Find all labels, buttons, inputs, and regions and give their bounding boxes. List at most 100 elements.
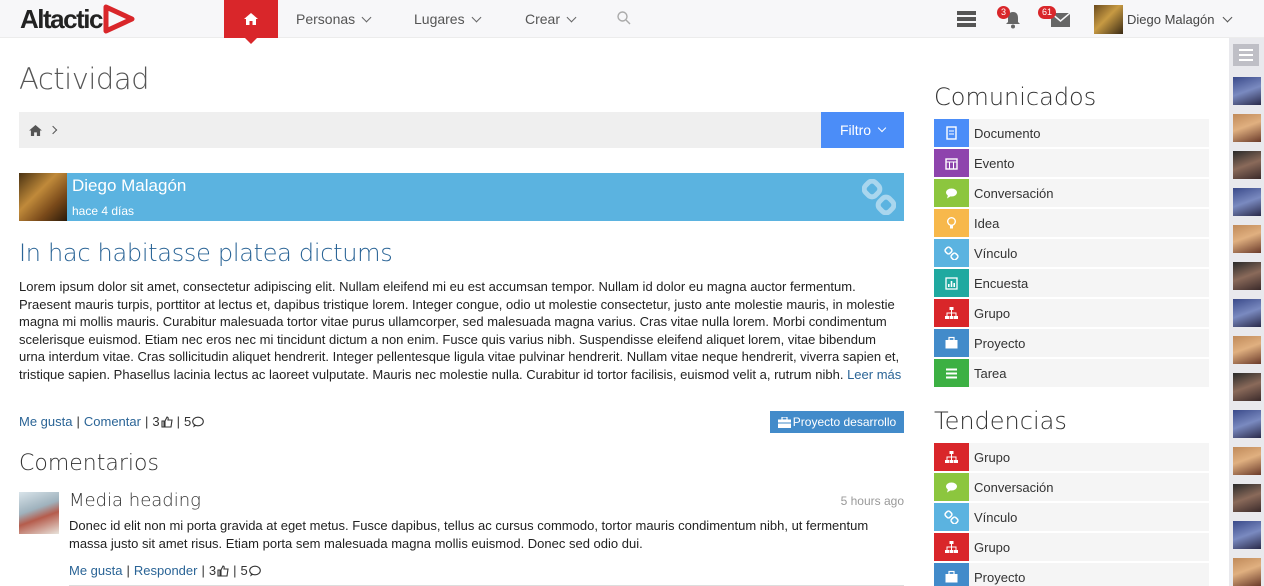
sidebar-item[interactable]: Grupo <box>934 533 1209 561</box>
post-header: Diego Malagón hace 4 días <box>19 173 904 221</box>
nav-crear[interactable]: Crear <box>525 0 577 38</box>
reply-link[interactable]: Responder <box>134 563 198 578</box>
chat-contact-avatar[interactable] <box>1233 114 1261 142</box>
comment-link[interactable]: Comentar <box>84 414 141 429</box>
chevron-right-icon <box>48 125 58 135</box>
separator: | <box>176 414 180 429</box>
user-menu[interactable]: Diego Malagón <box>1094 4 1233 34</box>
filter-button[interactable]: Filtro <box>821 112 904 148</box>
app-logo[interactable]: Altactic <box>20 2 135 36</box>
sidebar-item[interactable]: Documento <box>934 119 1209 147</box>
read-more-link[interactable]: Leer más <box>847 367 901 382</box>
trends-title: Tendencias <box>934 407 1067 435</box>
chat-contact-avatar[interactable] <box>1233 336 1261 364</box>
list-view-icon[interactable] <box>957 11 976 27</box>
chat-contact-avatar[interactable] <box>1233 77 1261 105</box>
home-icon[interactable] <box>29 124 42 136</box>
page-title: Actividad <box>19 62 150 96</box>
filter-label: Filtro <box>839 122 872 138</box>
like-link[interactable]: Me gusta <box>19 414 72 429</box>
chat-contact-avatar[interactable] <box>1233 410 1261 438</box>
chat-menu-button[interactable] <box>1233 44 1259 66</box>
chat-icon <box>934 473 969 501</box>
chat-contact-avatar[interactable] <box>1233 188 1261 216</box>
project-tag[interactable]: Proyecto desarrollo <box>770 411 904 433</box>
chat-contact-avatar[interactable] <box>1233 299 1261 327</box>
sidebar-item-label: Conversación <box>974 185 1054 201</box>
sidebar-item-label: Tarea <box>974 365 1007 381</box>
sidebar-item-label: Grupo <box>974 449 1011 465</box>
lightbulb-icon <box>934 209 969 237</box>
project-tag-label: Proyecto desarrollo <box>792 415 897 429</box>
like-link[interactable]: Me gusta <box>69 563 122 578</box>
thumbs-up-icon <box>161 415 173 428</box>
sidebar-item-label: Proyecto <box>974 569 1026 585</box>
avatar[interactable] <box>19 492 59 534</box>
chat-contact-avatar[interactable] <box>1233 447 1261 475</box>
chevron-down-icon <box>471 12 482 22</box>
post-time: hace 4 días <box>72 204 135 218</box>
chat-contact-avatar[interactable] <box>1233 151 1261 179</box>
communicates-title: Comunicados <box>934 83 1097 111</box>
comment-actions: Me gusta | Responder | 3 | 5 <box>69 563 261 578</box>
logo-text: Altactic <box>20 3 103 34</box>
chat-contact-avatar[interactable] <box>1233 373 1261 401</box>
sidebar-item[interactable]: Vínculo <box>934 239 1209 267</box>
comments-title: Comentarios <box>19 451 159 476</box>
sidebar-item[interactable]: Tarea <box>934 359 1209 387</box>
sidebar-item[interactable]: Conversación <box>934 179 1209 207</box>
chat-contact-avatar[interactable] <box>1233 262 1261 290</box>
chat-contact-avatar[interactable] <box>1233 225 1261 253</box>
chevron-down-icon <box>361 12 372 22</box>
avatar <box>1094 4 1123 34</box>
sidebar-item[interactable]: Evento <box>934 149 1209 177</box>
avatar[interactable] <box>19 173 67 221</box>
link-icon <box>862 179 896 215</box>
user-name: Diego Malagón <box>1127 11 1215 27</box>
nav-personas[interactable]: Personas <box>296 0 372 38</box>
comments-count: 5 <box>183 414 192 429</box>
post-title[interactable]: In hac habitasse platea dictums <box>19 239 393 267</box>
sidebar-item[interactable]: Encuesta <box>934 269 1209 297</box>
speech-bubble-icon <box>248 565 261 576</box>
sidebar-item-label: Vínculo <box>974 509 1018 525</box>
separator: | <box>201 563 205 578</box>
calendar-icon <box>934 149 969 177</box>
sidebar-item[interactable]: Vínculo <box>934 503 1209 531</box>
chat-contact-avatar[interactable] <box>1233 558 1261 586</box>
briefcase-icon <box>934 563 969 586</box>
comments-count: 5 <box>240 563 248 578</box>
sidebar-item-label: Evento <box>974 155 1015 171</box>
separator: | <box>126 563 130 578</box>
home-icon <box>244 13 258 25</box>
chat-contact-avatar[interactable] <box>1233 521 1261 549</box>
communicates-list: Documento Evento Conversación Idea Vínculo En… <box>934 119 1209 389</box>
sidebar-item[interactable]: Grupo <box>934 299 1209 327</box>
post-author[interactable]: Diego Malagón <box>72 176 186 196</box>
briefcase-icon <box>934 329 969 357</box>
nav-personas-label: Personas <box>296 11 356 27</box>
trends-list: Grupo Conversación Vínculo Grupo Proyecto <box>934 443 1209 586</box>
sidebar-item[interactable]: Proyecto <box>934 563 1209 586</box>
separator: | <box>76 414 80 429</box>
messages-badge: 61 <box>1038 6 1057 19</box>
comment-body: Donec id elit non mi porta gravida at eg… <box>69 518 869 551</box>
sidebar-item-label: Proyecto <box>974 335 1026 351</box>
sidebar-item-label: Idea <box>974 215 1000 231</box>
sidebar-item-label: Documento <box>974 125 1041 141</box>
post-body: Lorem ipsum dolor sit amet, consectetur … <box>19 278 904 383</box>
chart-icon <box>934 269 969 297</box>
sidebar-item-label: Grupo <box>974 305 1011 321</box>
search-icon[interactable] <box>617 11 631 25</box>
sidebar-item[interactable]: Conversación <box>934 473 1209 501</box>
sidebar-item[interactable]: Idea <box>934 209 1209 237</box>
chevron-down-icon <box>566 12 577 22</box>
breadcrumb <box>19 112 821 148</box>
nav-lugares[interactable]: Lugares <box>414 0 482 38</box>
sidebar-item[interactable]: Grupo <box>934 443 1209 471</box>
nav-home-button[interactable] <box>224 0 278 44</box>
chat-contact-avatar[interactable] <box>1233 484 1261 512</box>
comment-heading: Media heading <box>69 490 201 511</box>
sidebar-item[interactable]: Proyecto <box>934 329 1209 357</box>
sidebar-item-label: Conversación <box>974 479 1054 495</box>
